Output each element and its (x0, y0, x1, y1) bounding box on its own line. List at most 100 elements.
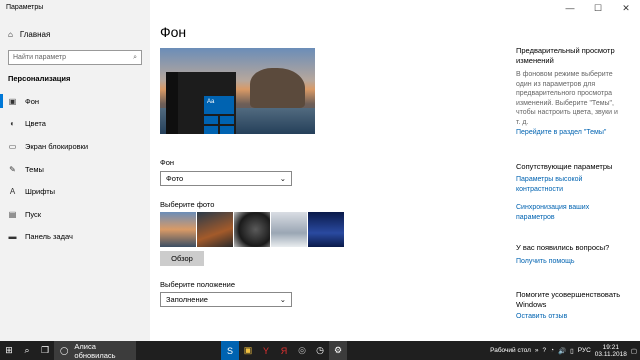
taskbar-search-text: Алиса обновилась (74, 341, 116, 360)
search-input[interactable]: Найти параметр ⌕ (8, 50, 142, 65)
sidebar-item-home[interactable]: ⌂ Главная (8, 30, 50, 39)
taskbar-search[interactable]: ◯ Алиса обновилась (54, 341, 136, 360)
page-title: Фон (160, 24, 187, 40)
clock-time: 19:21 (602, 343, 619, 351)
chevron-right-icon[interactable]: » (535, 347, 539, 354)
sync-link[interactable]: Синхронизация ваших параметров (516, 203, 618, 222)
settings-window: Параметры ⌂ Главная Найти параметр ⌕ Пер… (0, 0, 640, 341)
themes-link[interactable]: Перейдите в раздел "Темы" (516, 128, 636, 138)
palette-icon: ◐ (10, 119, 15, 129)
sidebar-item-background[interactable]: ▣ Фон (0, 90, 150, 113)
preview-rock (250, 68, 305, 108)
brush-icon: ✎ (9, 164, 16, 174)
volume-icon[interactable]: 🔊 (558, 347, 566, 355)
clock[interactable]: 19:21 03.11.2018 (595, 344, 627, 358)
fit-value: Заполнение (166, 295, 208, 304)
sidebar-item-label: Шрифты (25, 187, 56, 197)
clock-app-icon[interactable]: ◷ (311, 341, 329, 360)
maximize-icon[interactable]: ☐ (584, 0, 612, 16)
preview-tile (220, 116, 234, 124)
network-icon[interactable]: ◔ (550, 347, 554, 354)
desktop-toolbar-label[interactable]: Рабочий стол (490, 347, 531, 354)
sidebar-item-label: Панель задач (25, 232, 73, 242)
taskbar-icon: ▬ (8, 232, 17, 242)
preview-tile (204, 116, 218, 124)
preview-description: В фоновом режиме выберите один из параме… (516, 71, 618, 126)
skype-icon[interactable]: S (221, 341, 239, 360)
background-preview: Aa (160, 48, 315, 134)
media-icon[interactable]: ◎ (293, 341, 311, 360)
close-icon[interactable]: ✕ (612, 0, 640, 16)
image-icon: ▣ (8, 96, 17, 106)
sidebar: Параметры ⌂ Главная Найти параметр ⌕ Пер… (0, 0, 150, 341)
sidebar-nav: ▣ Фон ◐ Цвета ▭ Экран блокировки ✎ Темы … (0, 90, 150, 248)
photo-thumbnail[interactable] (271, 212, 307, 247)
sidebar-item-label: Экран блокировки (25, 141, 89, 151)
photo-thumbnails (160, 212, 344, 247)
background-value: Фото (166, 174, 184, 183)
sidebar-item-label: Темы (25, 164, 44, 174)
photo-thumbnail[interactable] (234, 212, 270, 247)
sidebar-item-label: Цвета (25, 119, 46, 129)
preview-tiles: Aa (204, 96, 234, 134)
chevron-down-icon: ⌄ (279, 174, 286, 183)
notifications-icon[interactable]: ▢ (631, 347, 637, 355)
font-icon: A (9, 187, 16, 197)
chevron-down-icon: ⌄ (279, 295, 286, 304)
search-icon: ⌕ (133, 53, 137, 61)
alice-icon: ◯ (60, 346, 69, 355)
sidebar-item-lock-screen[interactable]: ▭ Экран блокировки (0, 135, 150, 158)
section-title: Персонализация (8, 74, 71, 83)
window-controls: — ☐ ✕ (556, 0, 640, 16)
sidebar-item-label: Пуск (25, 209, 42, 219)
start-icon: ▤ (8, 209, 17, 219)
sidebar-item-fonts[interactable]: A Шрифты (0, 180, 150, 203)
search-icon[interactable]: ⌕ (18, 341, 36, 360)
help-link[interactable]: Получить помощь (516, 257, 618, 267)
clock-date: 03.11.2018 (594, 350, 627, 358)
help-icon[interactable]: ? (543, 347, 547, 354)
search-placeholder: Найти параметр (13, 54, 66, 61)
language-indicator[interactable]: РУС (578, 347, 591, 354)
system-tray: Рабочий стол » ? ◔ 🔊 ▯ РУС 19:21 03.11.2… (490, 341, 640, 360)
taskbar: ⊞ ⌕ ❐ ◯ Алиса обновилась S ▣ Y Я ◎ ◷ ⚙ Р… (0, 341, 640, 360)
yandex-icon[interactable]: Я (275, 341, 293, 360)
preview-start-strip (166, 72, 178, 134)
improve-heading: Помогите усовершенствовать Windows (516, 290, 621, 309)
preview-heading: Предварительный просмотр изменений (516, 46, 615, 65)
home-icon: ⌂ (8, 30, 13, 39)
related-heading: Сопутствующие параметры (516, 162, 613, 171)
photo-thumbnail[interactable] (308, 212, 344, 247)
minimize-icon[interactable]: — (556, 0, 584, 16)
background-label: Фон (160, 158, 175, 167)
sidebar-item-label: Фон (25, 96, 40, 106)
photo-thumbnail[interactable] (160, 212, 196, 247)
preview-tile (204, 126, 218, 134)
window-title: Параметры (6, 4, 44, 11)
sidebar-item-themes[interactable]: ✎ Темы (0, 158, 150, 181)
preview-tile (220, 126, 234, 134)
fit-label: Выберите положение (160, 280, 236, 289)
preview-tile-main: Aa (204, 96, 234, 114)
sidebar-item-start[interactable]: ▤ Пуск (0, 203, 150, 226)
yandex-browser-icon[interactable]: Y (257, 341, 275, 360)
preview-start-menu: Aa (166, 72, 236, 134)
speaker-icon[interactable]: ▯ (570, 347, 574, 355)
sidebar-item-colors[interactable]: ◐ Цвета (0, 113, 150, 136)
fit-dropdown[interactable]: Заполнение ⌄ (160, 292, 292, 307)
browse-button[interactable]: Обзор (160, 251, 204, 266)
sidebar-item-taskbar[interactable]: ▬ Панель задач (0, 226, 150, 249)
high-contrast-link[interactable]: Параметры высокой контрастности (516, 175, 618, 194)
settings-gear-icon[interactable]: ⚙ (329, 341, 347, 360)
store-icon[interactable]: ▣ (239, 341, 257, 360)
lock-screen-icon: ▭ (8, 141, 17, 151)
photo-thumbnail[interactable] (197, 212, 233, 247)
home-label: Главная (19, 30, 51, 39)
background-dropdown[interactable]: Фото ⌄ (160, 171, 292, 186)
main-content: Фон Aa Фон Фото ⌄ Выберите фото Обзор Вы… (160, 0, 500, 341)
questions-heading: У вас появились вопросы? (516, 243, 610, 252)
task-view-icon[interactable]: ❐ (36, 341, 54, 360)
windows-start-icon[interactable]: ⊞ (0, 341, 18, 360)
choose-photo-label: Выберите фото (160, 200, 215, 209)
feedback-link[interactable]: Оставить отзыв (516, 312, 618, 322)
